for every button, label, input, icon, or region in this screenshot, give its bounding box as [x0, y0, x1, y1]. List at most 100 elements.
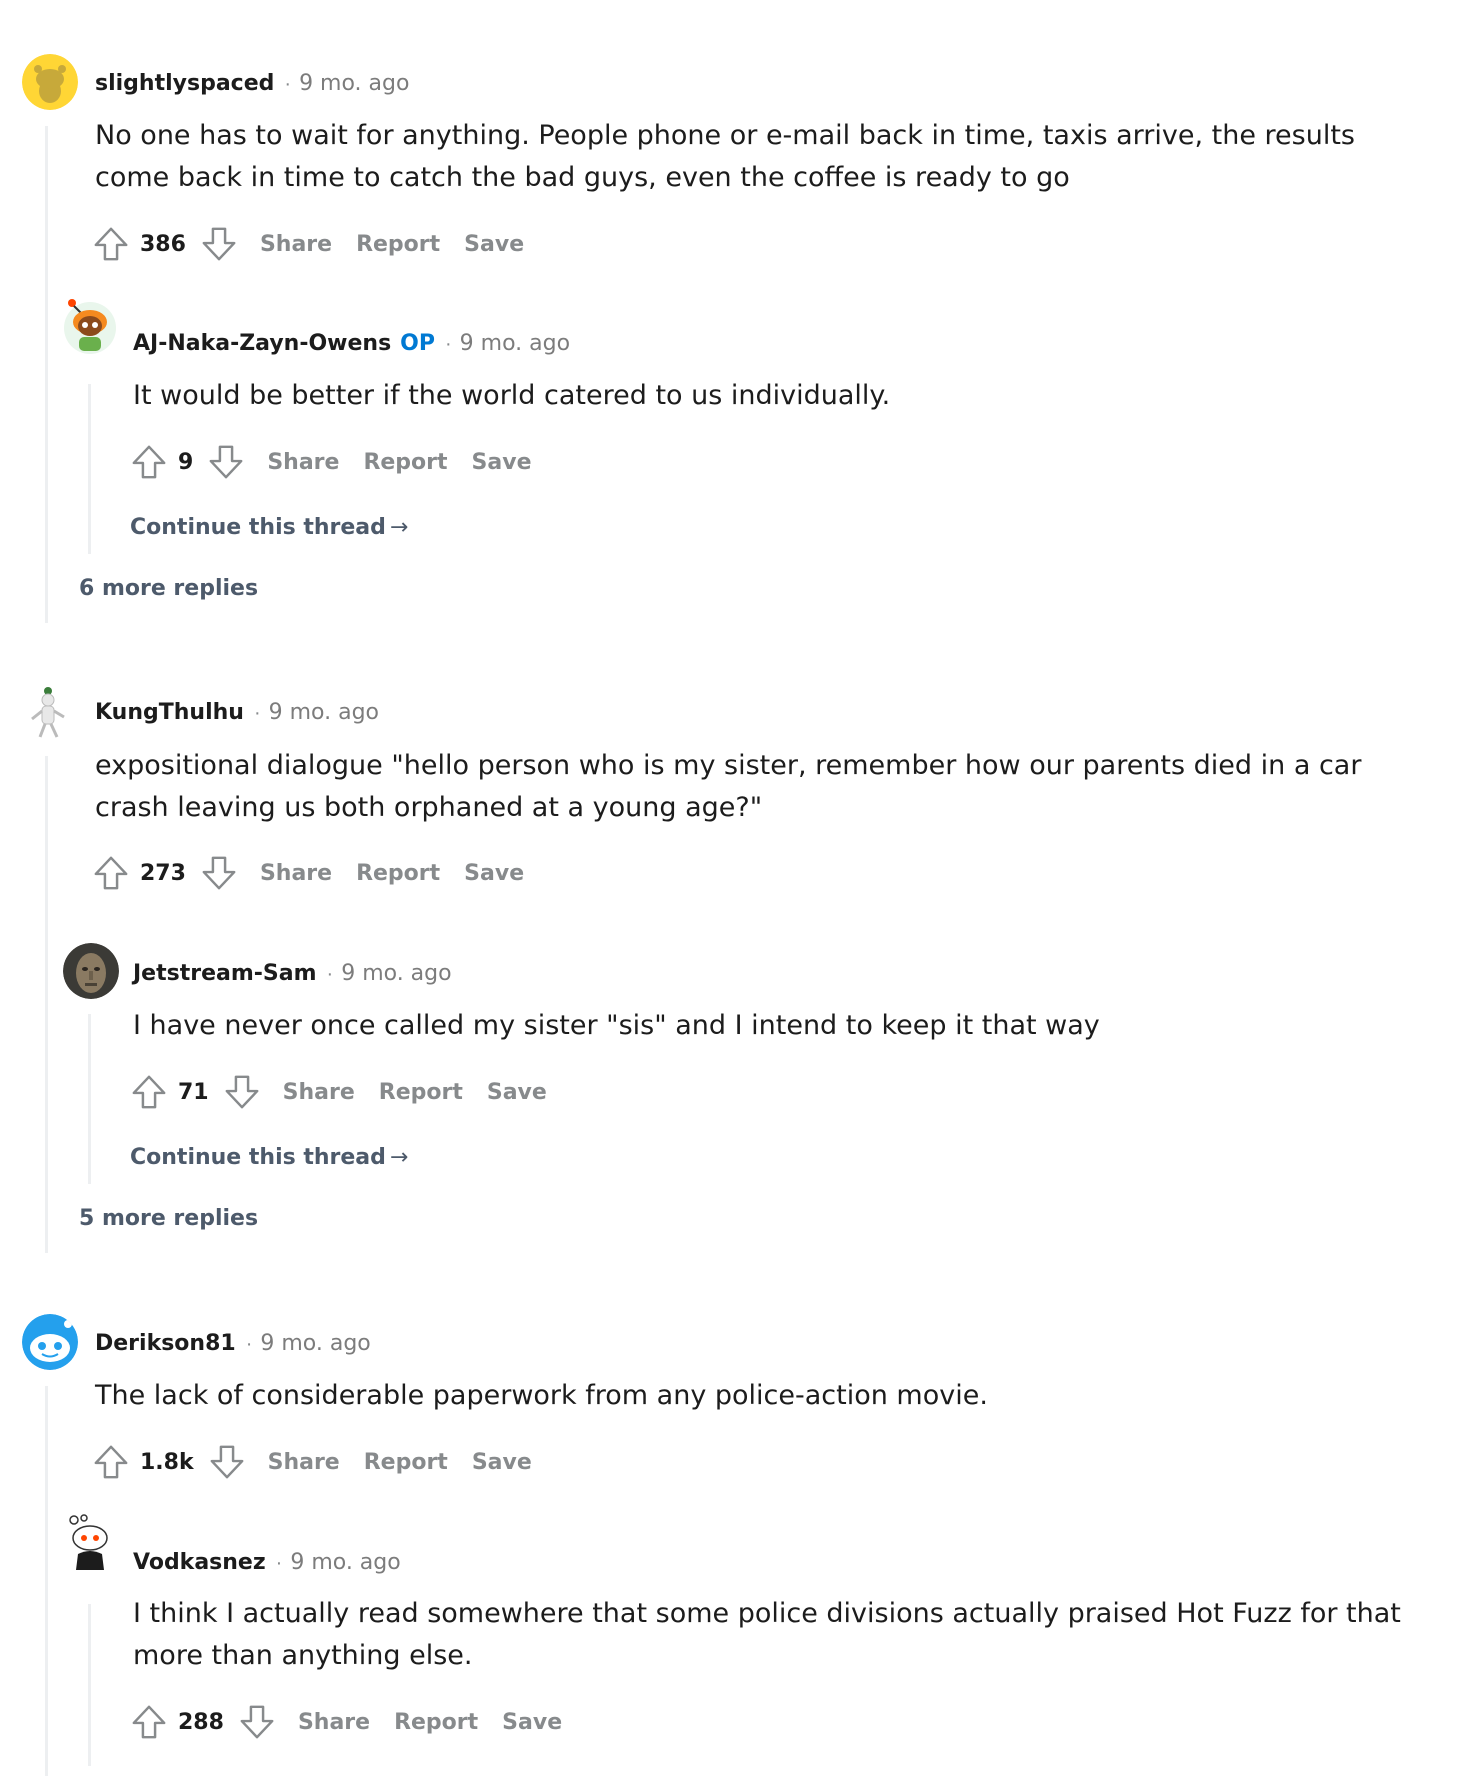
- arrow-right-icon: →: [389, 1145, 409, 1170]
- downvote-arrow-icon: [238, 1702, 276, 1742]
- arrow-right-icon: →: [389, 515, 409, 540]
- user-avatar[interactable]: [62, 298, 118, 354]
- op-badge: OP: [400, 331, 435, 356]
- share-button[interactable]: Share: [298, 1710, 370, 1735]
- meta-separator: ·: [326, 963, 334, 985]
- comment-body: It would be better if the world catered …: [133, 380, 891, 411]
- comment-actions: 71 Share Report Save: [128, 1070, 547, 1114]
- save-button[interactable]: Save: [464, 232, 524, 257]
- upvote-button[interactable]: [90, 1441, 132, 1483]
- meta-separator: ·: [245, 1333, 253, 1355]
- user-avatar[interactable]: [22, 54, 78, 110]
- share-button[interactable]: Share: [260, 232, 332, 257]
- report-button[interactable]: Report: [379, 1080, 463, 1105]
- report-button[interactable]: Report: [394, 1710, 478, 1735]
- more-replies-link[interactable]: 5 more replies: [79, 1206, 258, 1231]
- user-avatar[interactable]: [63, 943, 119, 999]
- upvote-button[interactable]: [90, 852, 132, 894]
- comment-timestamp[interactable]: 9 mo. ago: [299, 70, 409, 98]
- vote-score: 288: [178, 1709, 224, 1735]
- report-button[interactable]: Report: [364, 1450, 448, 1475]
- comment-actions: 1.8k Share Report Save: [90, 1440, 532, 1484]
- comment-body: expositional dialogue "hello person who …: [95, 750, 1362, 823]
- upvote-arrow-icon: [130, 442, 168, 482]
- user-avatar[interactable]: [22, 683, 78, 739]
- comment-author[interactable]: KungThulhu: [95, 699, 244, 727]
- comment-actions: 386 Share Report Save: [90, 222, 524, 266]
- downvote-button[interactable]: [198, 852, 240, 894]
- comment-body: I have never once called my sister "sis"…: [133, 1010, 1100, 1041]
- upvote-arrow-icon: [130, 1072, 168, 1112]
- snoo-avatar-icon: [64, 1514, 116, 1570]
- save-button[interactable]: Save: [464, 861, 524, 886]
- comment-author[interactable]: Derikson81: [95, 1330, 236, 1358]
- meta-separator: ·: [253, 702, 261, 724]
- meta-separator: ·: [275, 1552, 283, 1574]
- vote-score: 1.8k: [140, 1449, 194, 1475]
- comment-body: No one has to wait for anything. People …: [95, 120, 1355, 193]
- comment-author[interactable]: AJ-Naka-Zayn-Owens: [133, 330, 391, 358]
- downvote-arrow-icon: [200, 853, 238, 893]
- downvote-button[interactable]: [221, 1071, 263, 1113]
- thread-line[interactable]: [45, 756, 48, 1253]
- share-button[interactable]: Share: [260, 861, 332, 886]
- continue-thread-label: Continue this thread: [130, 515, 386, 540]
- upvote-arrow-icon: [92, 224, 130, 264]
- downvote-button[interactable]: [206, 1441, 248, 1483]
- thread-line[interactable]: [45, 126, 48, 623]
- continue-thread-link[interactable]: Continue this thread →: [130, 515, 408, 540]
- downvote-arrow-icon: [207, 442, 245, 482]
- downvote-button[interactable]: [236, 1701, 278, 1743]
- share-button[interactable]: Share: [267, 450, 339, 475]
- meta-separator: ·: [284, 73, 292, 95]
- downvote-arrow-icon: [223, 1072, 261, 1112]
- save-button[interactable]: Save: [472, 1450, 532, 1475]
- comment-timestamp[interactable]: 9 mo. ago: [269, 699, 379, 727]
- comment-actions: 288 Share Report Save: [128, 1700, 562, 1744]
- report-button[interactable]: Report: [356, 861, 440, 886]
- comment-actions: 9 Share Report Save: [128, 440, 531, 484]
- snoo-avatar-icon: [22, 683, 78, 739]
- report-button[interactable]: Report: [363, 450, 447, 475]
- comment-timestamp[interactable]: 9 mo. ago: [290, 1549, 400, 1577]
- comment-body: The lack of considerable paperwork from …: [95, 1380, 988, 1411]
- comment-author[interactable]: Vodkasnez: [133, 1549, 266, 1577]
- comment-timestamp[interactable]: 9 mo. ago: [260, 1330, 370, 1358]
- vote-score: 273: [140, 860, 186, 886]
- snoo-avatar-icon: [22, 1314, 78, 1370]
- upvote-button[interactable]: [128, 1071, 170, 1113]
- more-replies-link[interactable]: 6 more replies: [79, 576, 258, 601]
- upvote-arrow-icon: [92, 853, 130, 893]
- comment-timestamp[interactable]: 9 mo. ago: [460, 330, 570, 358]
- upvote-button[interactable]: [128, 441, 170, 483]
- comment-author[interactable]: slightlyspaced: [95, 70, 274, 98]
- downvote-button[interactable]: [205, 441, 247, 483]
- upvote-button[interactable]: [90, 223, 132, 265]
- meta-separator: ·: [445, 333, 452, 355]
- upvote-button[interactable]: [128, 1701, 170, 1743]
- save-button[interactable]: Save: [472, 450, 532, 475]
- save-button[interactable]: Save: [502, 1710, 562, 1735]
- continue-thread-link[interactable]: Continue this thread →: [130, 1145, 408, 1170]
- vote-score: 386: [140, 231, 186, 257]
- thread-line[interactable]: [45, 1386, 48, 1776]
- thread-line[interactable]: [88, 1604, 91, 1766]
- share-button[interactable]: Share: [283, 1080, 355, 1105]
- comment-author[interactable]: Jetstream-Sam: [133, 960, 317, 988]
- thread-line[interactable]: [88, 384, 91, 554]
- user-avatar[interactable]: [22, 1314, 78, 1370]
- snoo-avatar-icon: [64, 299, 116, 354]
- upvote-arrow-icon: [92, 1442, 130, 1482]
- downvote-button[interactable]: [198, 223, 240, 265]
- user-photo-icon: [63, 943, 119, 999]
- thread-line[interactable]: [88, 1014, 91, 1184]
- comment-body: I think I actually read somewhere that s…: [133, 1598, 1401, 1671]
- comment-timestamp[interactable]: 9 mo. ago: [341, 960, 451, 988]
- share-button[interactable]: Share: [268, 1450, 340, 1475]
- save-button[interactable]: Save: [487, 1080, 547, 1105]
- user-avatar[interactable]: [62, 1514, 118, 1570]
- snoo-avatar-icon: [22, 54, 78, 110]
- continue-thread-label: Continue this thread: [130, 1145, 386, 1170]
- vote-score: 9: [178, 449, 194, 475]
- report-button[interactable]: Report: [356, 232, 440, 257]
